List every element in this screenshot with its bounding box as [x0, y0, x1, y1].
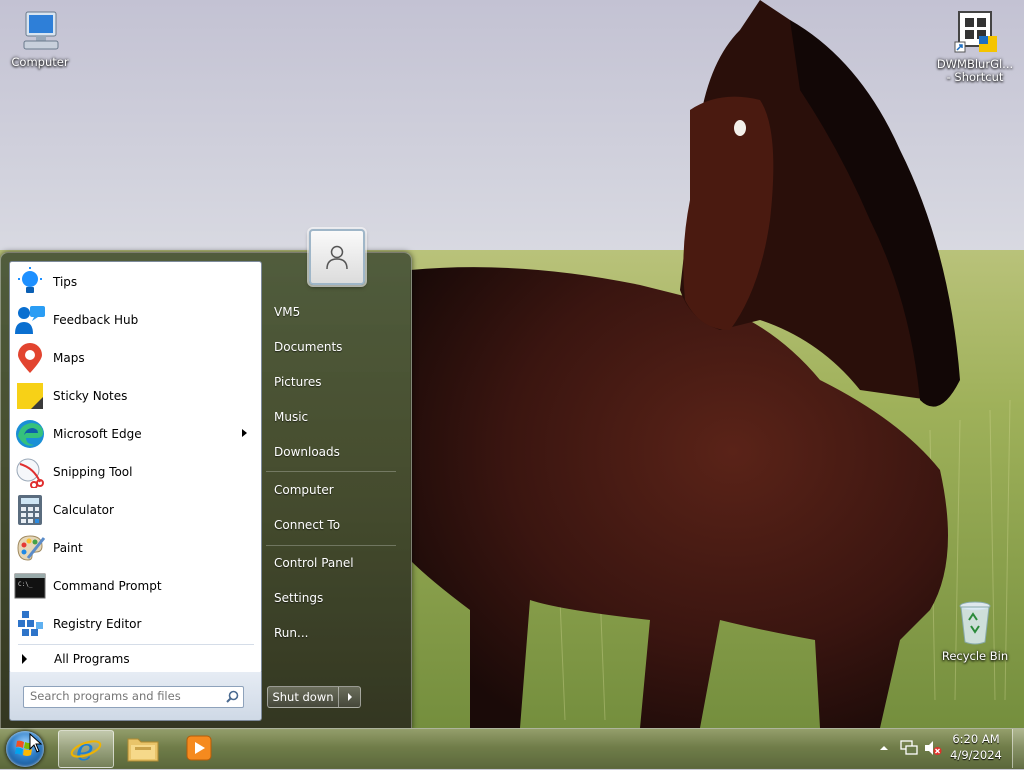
svg-text:e: e	[76, 734, 94, 764]
edge-icon	[13, 417, 47, 451]
program-label: Registry Editor	[53, 617, 142, 631]
dwm-shortcut-icon	[954, 11, 997, 53]
palette-icon	[13, 531, 47, 565]
start-link-label: Downloads	[274, 445, 340, 459]
program-maps[interactable]: Maps	[12, 340, 257, 376]
desktop-icon-label: Recycle Bin	[941, 649, 1009, 663]
program-sticky-notes[interactable]: Sticky Notes	[12, 378, 257, 414]
file-explorer-icon	[127, 738, 159, 762]
map-pin-icon	[13, 341, 47, 375]
start-link-run[interactable]: Run...	[266, 618, 396, 648]
start-link-documents[interactable]: Documents	[266, 332, 396, 362]
search-icon[interactable]	[226, 690, 239, 703]
start-menu-separator	[266, 545, 396, 546]
show-hidden-icons-icon[interactable]	[878, 742, 890, 754]
feedback-icon	[13, 303, 47, 337]
registry-icon	[13, 607, 47, 641]
clock-time: 6:20 AM	[952, 732, 1000, 746]
desktop-icon-dwm-shortcut[interactable]: DWMBlurGl... - Shortcut	[935, 6, 1015, 84]
shutdown-label: Shut down	[272, 690, 334, 704]
lightbulb-icon	[13, 265, 47, 299]
taskbar-file-explorer[interactable]	[116, 730, 170, 766]
programs-divider	[18, 644, 254, 645]
start-link-label: Pictures	[274, 375, 322, 389]
start-link-settings[interactable]: Settings	[266, 583, 396, 613]
start-link-user[interactable]: VM5	[266, 297, 396, 327]
desktop-icon-label: DWMBlurGl... - Shortcut	[936, 57, 1014, 84]
program-command-prompt[interactable]: C:\_ Command Prompt	[12, 568, 257, 604]
desktop-icon-computer[interactable]: Computer	[0, 10, 80, 69]
program-calculator[interactable]: Calculator	[12, 492, 257, 528]
program-label: Sticky Notes	[53, 389, 128, 403]
start-link-label: Documents	[274, 340, 343, 354]
desktop-icon-label: Computer	[11, 55, 69, 69]
network-icon[interactable]	[900, 740, 918, 756]
expand-arrow-icon	[22, 654, 27, 664]
program-label: Snipping Tool	[53, 465, 133, 479]
computer-icon	[23, 11, 59, 50]
shutdown-options-button[interactable]	[338, 686, 361, 708]
start-menu-programs-pane: Tips Feedback Hub Maps Sticky Notes Micr…	[9, 261, 262, 674]
calculator-icon	[13, 493, 47, 527]
program-feedback-hub[interactable]: Feedback Hub	[12, 302, 257, 338]
search-input[interactable]	[24, 687, 220, 705]
user-icon	[326, 245, 348, 270]
chevron-right-icon	[347, 693, 352, 701]
program-label: Feedback Hub	[53, 313, 139, 327]
program-label: Tips	[53, 275, 78, 289]
shutdown-button[interactable]: Shut down	[267, 686, 339, 708]
all-programs-button[interactable]: All Programs	[12, 648, 257, 670]
taskbar-internet-explorer[interactable]: e	[58, 730, 114, 768]
mouse-cursor-icon	[29, 733, 43, 753]
taskbar-media-player[interactable]	[172, 730, 226, 766]
show-desktop-button[interactable]	[1012, 729, 1024, 768]
program-label: Maps	[53, 351, 85, 365]
start-link-label: Control Panel	[274, 556, 354, 570]
start-menu-separator	[266, 471, 396, 472]
program-snipping-tool[interactable]: Snipping Tool	[12, 454, 257, 490]
clock-date: 4/9/2024	[950, 748, 1002, 762]
start-link-label: Settings	[274, 591, 324, 605]
submenu-arrow-icon[interactable]	[242, 429, 247, 437]
search-area	[9, 672, 262, 721]
start-link-pictures[interactable]: Pictures	[266, 367, 396, 397]
recycle-bin-icon	[959, 601, 991, 645]
program-microsoft-edge[interactable]: Microsoft Edge	[12, 416, 257, 452]
media-player-icon	[186, 735, 212, 761]
program-label: Calculator	[53, 503, 114, 517]
start-link-label: Music	[274, 410, 309, 424]
start-link-label: VM5	[274, 305, 301, 319]
start-link-music[interactable]: Music	[266, 402, 396, 432]
system-tray	[878, 728, 942, 768]
scissors-icon	[13, 455, 47, 489]
program-registry-editor[interactable]: Registry Editor	[12, 606, 257, 642]
start-link-label: Connect To	[274, 518, 341, 532]
svg-text:C:\_: C:\_	[18, 581, 33, 588]
program-label: Command Prompt	[53, 579, 162, 593]
desktop-icon-recycle-bin[interactable]: Recycle Bin	[935, 600, 1015, 663]
volume-muted-icon[interactable]	[924, 740, 942, 756]
user-picture[interactable]	[309, 229, 365, 285]
search-box[interactable]	[23, 686, 244, 708]
start-link-label: Run...	[274, 626, 309, 640]
start-link-connect-to[interactable]: Connect To	[266, 510, 396, 540]
start-link-downloads[interactable]: Downloads	[266, 437, 396, 467]
terminal-icon: C:\_	[13, 569, 47, 603]
start-link-computer[interactable]: Computer	[266, 475, 396, 505]
sticky-note-icon	[13, 379, 47, 413]
program-tips[interactable]: Tips	[12, 264, 257, 300]
taskbar-clock[interactable]: 6:20 AM 4/9/2024	[945, 731, 1007, 763]
program-paint[interactable]: Paint	[12, 530, 257, 566]
all-programs-label: All Programs	[54, 652, 130, 666]
internet-explorer-icon: e	[70, 734, 102, 764]
start-link-label: Computer	[274, 483, 334, 497]
program-label: Paint	[53, 541, 83, 555]
program-label: Microsoft Edge	[53, 427, 142, 441]
start-link-control-panel[interactable]: Control Panel	[266, 548, 396, 578]
